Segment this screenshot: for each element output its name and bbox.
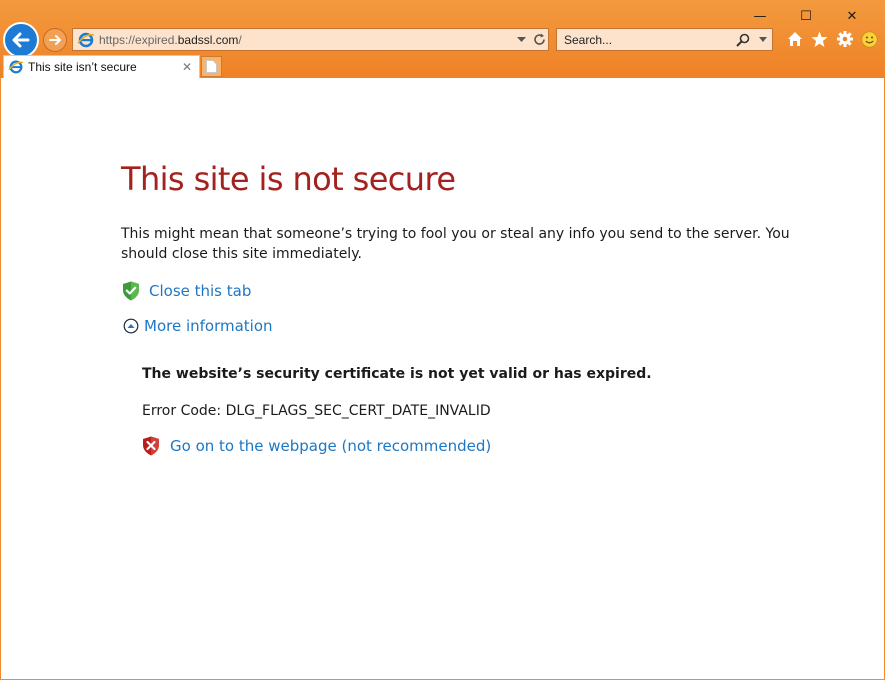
browser-chrome: — ☐ ✕ https://expired.badssl.com/ Search… <box>0 0 885 78</box>
close-tab-row: Close this tab <box>122 281 251 301</box>
home-button[interactable] <box>784 28 805 50</box>
maximize-button[interactable]: ☐ <box>783 6 829 26</box>
back-arrow-icon <box>12 32 30 48</box>
tab-current[interactable]: This site isn’t secure ✕ <box>3 55 200 78</box>
search-dropdown-button[interactable] <box>756 29 770 50</box>
smiley-icon <box>861 30 878 48</box>
search-box[interactable] <box>556 28 773 51</box>
search-button[interactable] <box>730 29 756 50</box>
url-suffix: / <box>238 32 242 47</box>
settings-button[interactable] <box>834 28 855 50</box>
expand-circle-icon <box>123 318 139 334</box>
cert-error-message: The website’s security certificate is no… <box>142 366 652 382</box>
go-on-row: Go on to the webpage (not recommended) <box>142 436 491 456</box>
address-dropdown-button[interactable] <box>512 29 530 50</box>
favorites-button[interactable] <box>809 28 830 50</box>
chevron-down-icon <box>759 37 767 42</box>
chevron-down-icon <box>516 36 526 42</box>
forward-button[interactable] <box>43 28 67 52</box>
address-bar[interactable]: https://expired.badssl.com/ <box>72 28 549 51</box>
search-icon <box>736 33 750 47</box>
url-host: badssl.com <box>177 32 239 47</box>
gear-icon <box>836 31 853 47</box>
feedback-button[interactable] <box>859 28 880 50</box>
close-window-button[interactable]: ✕ <box>829 6 875 26</box>
search-input[interactable] <box>557 32 730 47</box>
refresh-button[interactable] <box>530 29 548 50</box>
close-tab-link[interactable]: Close this tab <box>149 282 251 300</box>
new-tab-icon <box>206 60 217 73</box>
refresh-icon <box>533 33 545 45</box>
star-icon <box>811 31 828 47</box>
url-prefix: https://expired. <box>99 32 178 47</box>
tab-close-button[interactable]: ✕ <box>179 60 195 74</box>
minimize-button[interactable]: — <box>737 6 783 26</box>
new-tab-button[interactable] <box>201 56 222 77</box>
tab-title: This site isn’t secure <box>28 60 137 74</box>
error-code: Error Code: DLG_FLAGS_SEC_CERT_DATE_INVA… <box>142 403 491 419</box>
shield-check-icon <box>123 281 139 301</box>
back-button[interactable] <box>3 22 39 58</box>
page-title: This site is not secure <box>121 160 456 198</box>
warning-description: This might mean that someone’s trying to… <box>121 226 790 262</box>
url-text[interactable]: https://expired.badssl.com/ <box>99 33 512 47</box>
shield-x-icon <box>143 436 159 456</box>
more-information-link[interactable]: More information <box>144 317 273 335</box>
page-content: This site is not secure This might mean … <box>1 78 884 679</box>
ie-icon <box>8 60 24 74</box>
forward-arrow-icon <box>49 35 61 45</box>
more-info-row: More information <box>123 317 273 335</box>
ie-icon <box>77 32 95 47</box>
toolbar-icons <box>784 28 880 50</box>
home-icon <box>787 32 802 46</box>
go-on-to-webpage-link[interactable]: Go on to the webpage (not recommended) <box>170 437 491 455</box>
window-controls: — ☐ ✕ <box>737 6 875 26</box>
